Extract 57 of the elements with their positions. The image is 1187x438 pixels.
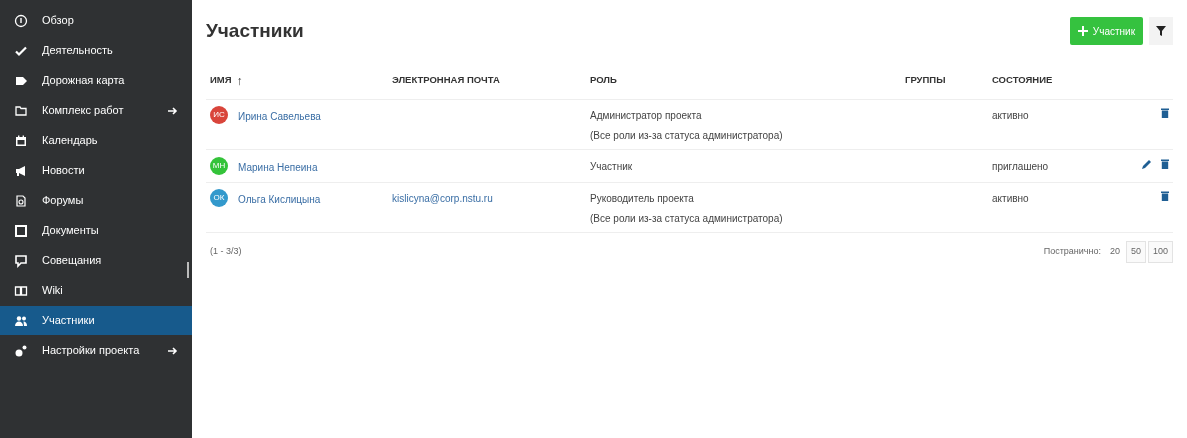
sidebar-item[interactable]: Новости [0, 156, 192, 185]
megaphone-icon [14, 163, 28, 178]
sidebar-item[interactable]: Настройки проекта [0, 336, 192, 365]
column-header[interactable]: ИМЯ [210, 73, 232, 88]
arrow-right-icon [168, 345, 178, 356]
folder-icon [14, 103, 28, 118]
book-icon [14, 283, 28, 298]
sidebar-item[interactable]: Обзор [0, 6, 192, 35]
filter-icon [1156, 26, 1166, 36]
scrollbar[interactable] [187, 262, 189, 278]
per-page-option[interactable]: 100 [1147, 241, 1173, 263]
delete-icon[interactable] [1161, 191, 1169, 201]
sidebar-item[interactable]: Комплекс работ [0, 96, 192, 125]
sidebar-item[interactable]: Дорожная карта [0, 66, 192, 95]
sidebar-item[interactable]: Wiki [0, 276, 192, 305]
delete-icon[interactable] [1161, 159, 1169, 169]
filter-button[interactable] [1149, 17, 1173, 45]
column-header[interactable]: ГРУППЫ [905, 73, 946, 88]
edit-icon[interactable] [1142, 159, 1152, 169]
sort-mark[interactable]: ↑ [236, 71, 243, 90]
column-header[interactable]: СОСТОЯНИЕ [992, 73, 1053, 88]
status-text: активно [992, 193, 1029, 204]
sidebar-item[interactable]: Календарь [0, 126, 192, 155]
column-header[interactable]: ЭЛЕКТРОННАЯ ПОЧТА [392, 73, 500, 88]
delete-icon[interactable] [1161, 108, 1169, 118]
per-page-label: Постранично: [1043, 245, 1101, 259]
status-text: приглашено [992, 161, 1049, 172]
plus-icon [1077, 26, 1088, 36]
sidebar-item[interactable]: Деятельность [0, 36, 192, 65]
member-link[interactable]: Марина Непеина [238, 159, 318, 175]
avatar: ОК [210, 189, 228, 207]
email-link[interactable]: kislicyna@corp.nstu.ru [392, 193, 493, 204]
status-text: активно [992, 110, 1029, 121]
sidebar-item[interactable]: Форумы [0, 186, 192, 215]
per-page-option[interactable]: 50 [1125, 241, 1146, 263]
square-icon [14, 223, 28, 238]
avatar: МН [210, 157, 228, 175]
member-link[interactable]: Ольга Кислицына [238, 191, 321, 207]
sidebar-item[interactable]: Участники [0, 306, 192, 335]
sidebar-item[interactable]: Документы [0, 216, 192, 245]
calendar-icon [14, 133, 28, 148]
sidebar-item[interactable]: Совещания [0, 246, 192, 275]
users-icon [14, 313, 28, 328]
role-text: Участник [590, 160, 634, 174]
column-header[interactable]: РОЛЬ [590, 73, 617, 88]
result-count: (1 - 3/3) [210, 245, 243, 259]
role-text: (Все роли из-за статуса администратора) [590, 212, 784, 226]
avatar: ИС [210, 106, 228, 124]
role-text: (Все роли из-за статуса администратора) [590, 129, 784, 143]
comment-icon [14, 253, 28, 268]
role-text: Руководитель проекта [590, 192, 695, 206]
role-text: Администратор проекта [590, 109, 703, 123]
member-link[interactable]: Ирина Савельева [238, 108, 321, 124]
per-page-option[interactable]: 20 [1105, 241, 1124, 263]
page-title: Участники [206, 18, 305, 43]
info-icon [14, 13, 28, 28]
arrow-right-icon [168, 105, 178, 116]
